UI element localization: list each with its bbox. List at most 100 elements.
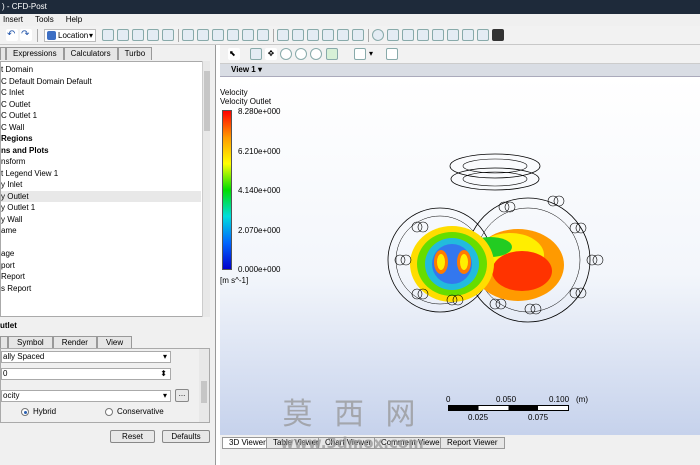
legend-value-max: 8.280e+000 <box>238 107 281 116</box>
details-title: utlet <box>0 321 17 330</box>
polyline-icon[interactable] <box>242 29 254 41</box>
legend-icon[interactable] <box>277 29 289 41</box>
scale-bar: 0 0.050 0.100 (m) 0.025 0.075 <box>446 395 588 422</box>
left-tabs: Expressions Calculators Turbo <box>0 47 153 60</box>
watermark: 莫 西 网 www.3dmox.com <box>280 397 424 452</box>
chevron-down-icon[interactable]: ▾ <box>369 49 373 58</box>
tree-item[interactable]: C Default Domain Default <box>1 76 92 87</box>
tree-item[interactable]: s Report <box>1 283 31 294</box>
tab-calculators[interactable]: Calculators <box>63 47 118 60</box>
variable-icon[interactable] <box>432 29 444 41</box>
pan-icon[interactable]: ✥ <box>265 48 277 60</box>
tree-item[interactable]: Regions <box>1 133 33 144</box>
color-map-icon[interactable] <box>257 29 269 41</box>
tab-symbol[interactable]: Symbol <box>8 336 53 348</box>
volume-icon[interactable] <box>212 29 224 41</box>
streamline-icon[interactable] <box>117 29 129 41</box>
tree-item[interactable]: y Outlet <box>1 190 201 202</box>
contour-icon[interactable] <box>162 29 174 41</box>
reset-button[interactable]: Reset <box>110 430 155 443</box>
redo-icon[interactable]: ↷ <box>20 29 32 41</box>
tree-item[interactable]: C Inlet <box>1 87 24 98</box>
chart-icon[interactable] <box>307 29 319 41</box>
tree-item[interactable]: C Wall <box>1 122 24 133</box>
tab-report-viewer[interactable]: Report Viewer <box>440 437 505 449</box>
tree-item[interactable]: Report <box>1 271 25 282</box>
surface-icon[interactable] <box>227 29 239 41</box>
table-icon[interactable] <box>292 29 304 41</box>
tab-geometry[interactable] <box>0 336 8 348</box>
tree-item[interactable]: C Outlet <box>1 99 30 110</box>
volume-rendering-icon[interactable] <box>147 29 159 41</box>
image-icon[interactable] <box>337 29 349 41</box>
probe-cursor-icon[interactable] <box>386 48 398 60</box>
sampling-select[interactable]: ally Spaced ▾ <box>1 351 171 363</box>
tree-item[interactable]: y Outlet 1 <box>1 202 35 213</box>
expression-icon[interactable] <box>402 29 414 41</box>
variable-select[interactable]: ocity ▾ <box>1 390 171 402</box>
tree-item[interactable]: t Legend View 1 <box>1 168 58 179</box>
vector-icon[interactable] <box>102 29 114 41</box>
chevron-down-icon: ▾ <box>88 31 93 40</box>
tab-render[interactable]: Render <box>52 336 97 348</box>
tree-item[interactable]: t Domain <box>1 64 33 75</box>
particle-track-icon[interactable] <box>132 29 144 41</box>
legend-colorbar <box>222 110 232 270</box>
defaults-button[interactable]: Defaults <box>162 430 210 443</box>
view-selector-bar: View 1 ▾ <box>220 64 700 77</box>
menu-help[interactable]: Help <box>66 14 82 26</box>
tree-item[interactable]: nsform <box>1 156 25 167</box>
details-tabs: Symbol Render View <box>0 336 133 348</box>
variable-browse-button[interactable]: ... <box>175 389 189 402</box>
undo-icon[interactable]: ↶ <box>6 29 18 41</box>
hybrid-radio[interactable] <box>21 408 29 416</box>
tree-item[interactable]: age <box>1 248 14 259</box>
legend-value: 4.140e+000 <box>238 186 281 195</box>
tree-item[interactable]: ame <box>1 225 17 236</box>
scrollbar-thumb[interactable] <box>204 71 210 131</box>
outline-tree: t Domain C Default Domain Default C Inlet C… <box>0 61 210 317</box>
location-icon <box>47 31 56 40</box>
print-icon[interactable] <box>477 29 489 41</box>
text-icon[interactable] <box>322 29 334 41</box>
zoom-box-icon[interactable] <box>295 48 307 60</box>
spinner-icon: ⬍ <box>160 369 167 378</box>
zoom-icon[interactable] <box>280 48 292 60</box>
comment-icon[interactable] <box>352 29 364 41</box>
details-panel: ally Spaced ▾ 0 ⬍ ocity ▾ ... Hybrid Conser… <box>0 348 210 423</box>
zoom-fit-icon[interactable] <box>310 48 322 60</box>
report-icon[interactable] <box>462 29 474 41</box>
tab-view[interactable]: View <box>96 336 133 348</box>
tab-expressions[interactable]: Expressions <box>6 47 64 60</box>
conservative-radio[interactable] <box>105 408 113 416</box>
view-selector[interactable]: View 1 ▾ <box>231 65 262 74</box>
command-editor-icon[interactable] <box>492 29 504 41</box>
calculator-icon[interactable] <box>387 29 399 41</box>
fit-view-icon[interactable] <box>326 48 338 60</box>
rotate-icon[interactable] <box>250 48 262 60</box>
location-dropdown[interactable]: Location ▾ <box>44 29 96 42</box>
legend-unit: [m s^-1] <box>220 276 249 285</box>
legend-title: Velocity <box>220 88 248 97</box>
3d-canvas[interactable]: Velocity Velocity Outlet 8.280e+000 6.21… <box>220 77 700 435</box>
tree-scrollbar[interactable] <box>202 61 210 317</box>
tree-item[interactable]: y Inlet <box>1 179 22 190</box>
probe-icon[interactable] <box>417 29 429 41</box>
tree-item[interactable]: C Outlet 1 <box>1 110 37 121</box>
tree-item[interactable]: y Wall <box>1 214 22 225</box>
menu-insert[interactable]: Insert <box>3 14 23 26</box>
tree-item[interactable]: port <box>1 260 15 271</box>
quantitative-icon[interactable] <box>447 29 459 41</box>
tree-item[interactable]: ns and Plots <box>1 145 49 156</box>
viewport-layout-icon[interactable] <box>354 48 366 60</box>
isosurface-icon[interactable] <box>197 29 209 41</box>
tab-turbo[interactable]: Turbo <box>117 47 153 60</box>
scrollbar-thumb[interactable] <box>201 381 207 403</box>
chevron-down-icon: ▾ <box>162 391 167 400</box>
function-icon[interactable] <box>182 29 194 41</box>
clock-icon[interactable] <box>372 29 384 41</box>
details-scrollbar[interactable] <box>199 349 209 422</box>
select-icon[interactable]: ⬉ <box>228 48 240 60</box>
menu-tools[interactable]: Tools <box>35 14 54 26</box>
max-points-field[interactable]: 0 ⬍ <box>1 368 171 380</box>
